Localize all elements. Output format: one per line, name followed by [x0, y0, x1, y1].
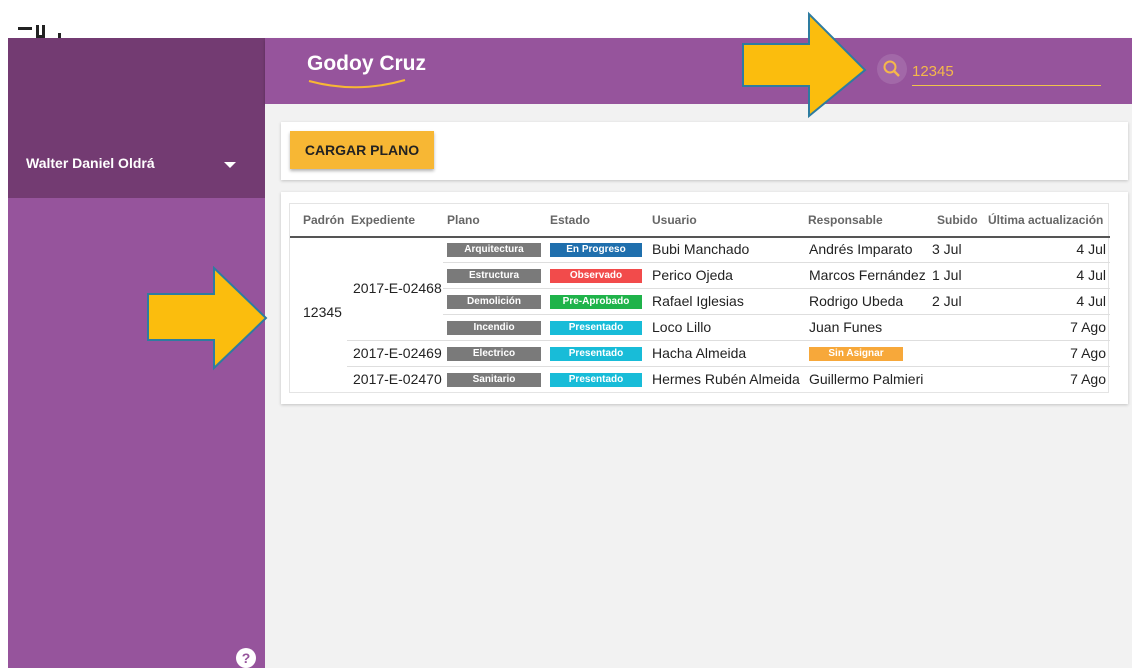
row-divider: [443, 288, 1110, 289]
column-header-ultima-actualizacion[interactable]: Última actualización: [988, 204, 1103, 236]
actualizacion-cell: 7 Ago: [1070, 371, 1106, 387]
column-header-plano[interactable]: Plano: [447, 204, 480, 236]
logo-smile-icon: [308, 79, 406, 89]
upload-plan-button[interactable]: CARGAR PLANO: [290, 131, 434, 169]
usuario-cell: Loco Lillo: [652, 319, 712, 335]
estado-badge: Presentado: [550, 373, 642, 387]
padron-cell: 12345: [303, 304, 342, 320]
help-icon[interactable]: ?: [236, 648, 256, 668]
logo[interactable]: Godoy Cruz: [307, 52, 426, 76]
usuario-cell: Perico Ojeda: [652, 267, 733, 283]
cropped-text-fragment: [18, 20, 72, 38]
unassigned-badge[interactable]: Sin Asignar: [809, 347, 903, 361]
usuario-cell: Rafael Iglesias: [652, 293, 744, 309]
app-header: Godoy Cruz: [265, 38, 1132, 104]
actualizacion-cell: 4 Jul: [1076, 241, 1106, 257]
usuario-cell: Hermes Rubén Almeida: [652, 371, 800, 387]
actualizacion-cell: 4 Jul: [1076, 293, 1106, 309]
responsable-cell: Juan Funes: [809, 319, 883, 335]
plano-badge: Arquitectura: [447, 243, 541, 257]
search-input[interactable]: [912, 58, 1101, 86]
actualizacion-cell: 7 Ago: [1070, 345, 1106, 361]
row-divider: [443, 314, 1110, 315]
plano-badge: Electrico: [447, 347, 541, 361]
expediente-cell[interactable]: 2017-E-02469: [353, 340, 442, 366]
column-header-usuario[interactable]: Usuario: [652, 204, 697, 236]
responsable-cell: Andrés Imparato: [809, 241, 913, 257]
estado-badge: Pre-Aprobado: [550, 295, 642, 309]
responsable-cell: Guillermo Palmieri: [809, 371, 924, 387]
toolbar-card: CARGAR PLANO: [281, 122, 1128, 180]
search-icon[interactable]: [877, 54, 907, 84]
expediente-cell[interactable]: 2017-E-02468: [353, 275, 442, 301]
estado-badge: Presentado: [550, 347, 642, 361]
usuario-cell: Hacha Almeida: [652, 345, 747, 361]
sidebar-user-panel: [8, 38, 265, 198]
column-header-estado[interactable]: Estado: [550, 204, 590, 236]
responsable-cell: Marcos Fernández: [809, 267, 926, 283]
plans-table-card: Padrón Expediente Plano Estado Usuario R…: [281, 192, 1128, 404]
estado-badge: Observado: [550, 269, 642, 283]
plano-badge: Demolición: [447, 295, 541, 309]
plans-table: Padrón Expediente Plano Estado Usuario R…: [289, 203, 1110, 393]
column-header-responsable[interactable]: Responsable: [808, 204, 883, 236]
usuario-cell: Bubi Manchado: [652, 241, 750, 257]
arrow-icon: [147, 266, 268, 371]
caret-down-icon[interactable]: [224, 162, 236, 168]
responsable-cell: Rodrigo Ubeda: [809, 293, 904, 309]
main-content: CARGAR PLANO Padrón Expediente Plano Est…: [265, 104, 1132, 668]
estado-badge: En Progreso: [550, 243, 642, 257]
estado-badge: Presentado: [550, 321, 642, 335]
arrow-icon: [742, 11, 867, 119]
plano-badge: Incendio: [447, 321, 541, 335]
user-name[interactable]: Walter Daniel Oldrá: [26, 155, 155, 171]
actualizacion-cell: 7 Ago: [1070, 319, 1106, 335]
expediente-cell[interactable]: 2017-E-02470: [353, 366, 442, 392]
row-divider: [443, 262, 1110, 263]
column-header-expediente[interactable]: Expediente: [351, 204, 415, 236]
column-header-padron[interactable]: Padrón: [303, 204, 344, 236]
subido-cell: 2 Jul: [932, 293, 962, 309]
subido-cell: 1 Jul: [932, 267, 962, 283]
subido-cell: 3 Jul: [932, 241, 962, 257]
plano-badge: Estructura: [447, 269, 541, 283]
screen: Walter Daniel Oldrá ? Godoy Cruz CARGAR …: [0, 0, 1132, 668]
actualizacion-cell: 4 Jul: [1076, 267, 1106, 283]
plano-badge: Sanitario: [447, 373, 541, 387]
column-header-subido[interactable]: Subido: [937, 204, 978, 236]
